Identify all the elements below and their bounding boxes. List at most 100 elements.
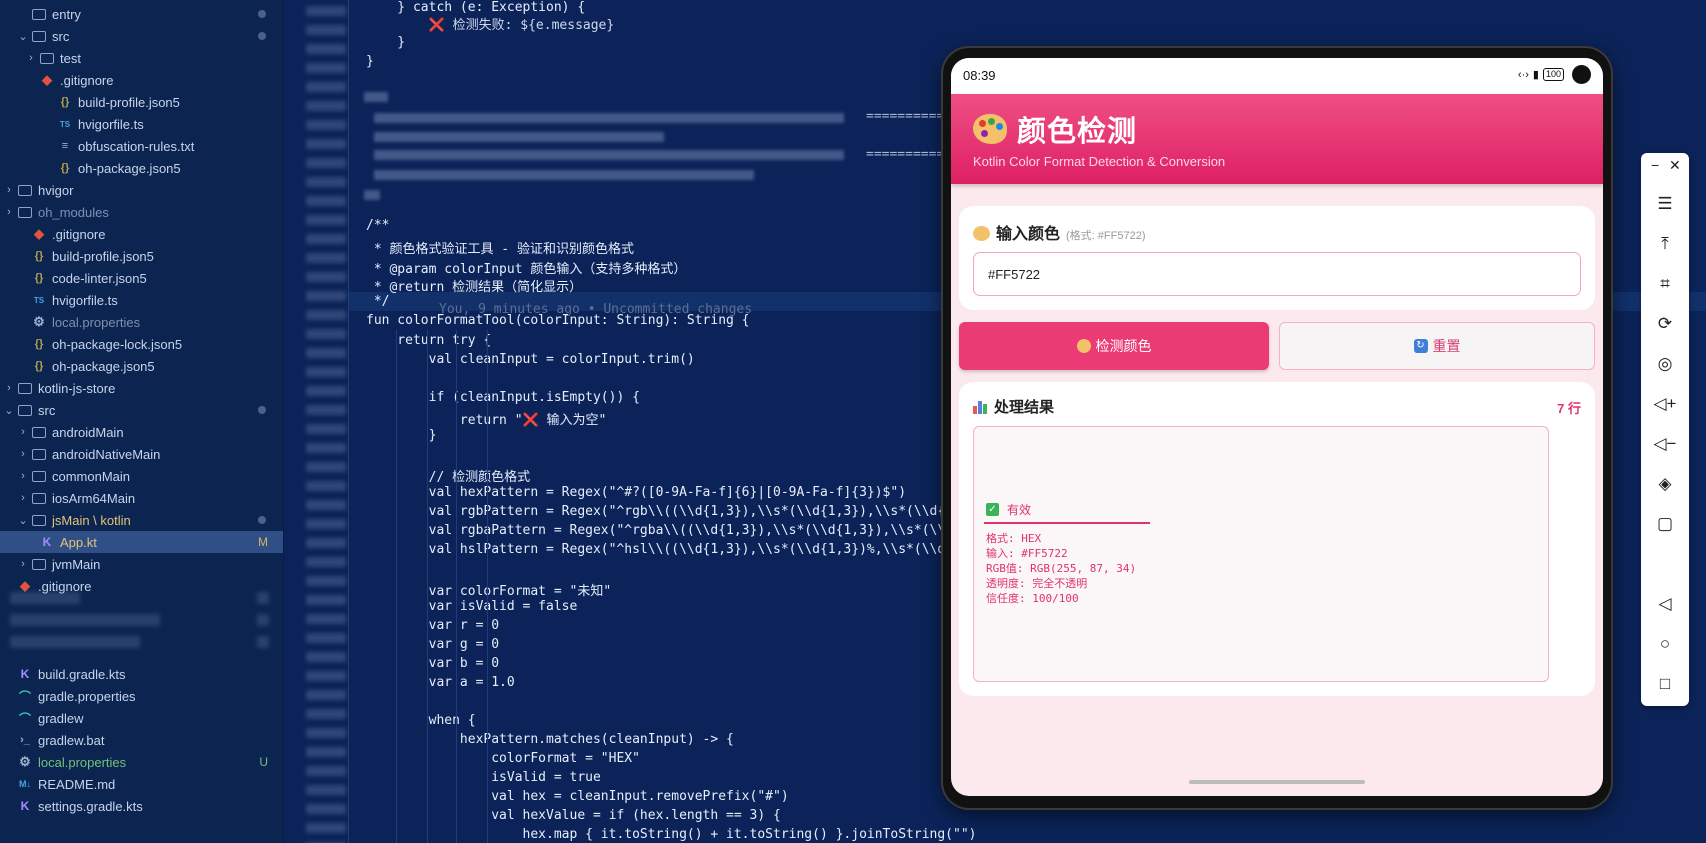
fold-icon[interactable]: ◈ <box>1641 469 1689 499</box>
explorer-item[interactable]: ⌄ src <box>0 399 283 421</box>
explorer-item[interactable]: {} build-profile.json5 <box>0 245 283 267</box>
line-number <box>306 595 346 605</box>
folder-icon <box>18 404 32 416</box>
blurred-code <box>374 150 844 160</box>
json-icon: {} <box>60 162 70 174</box>
explorer-item[interactable]: {} oh-package-lock.json5 <box>0 333 283 355</box>
chevron-right-icon: › <box>29 52 33 64</box>
explorer-item[interactable]: ⌒ gradle.properties <box>0 685 283 707</box>
folder-icon <box>32 470 46 482</box>
explorer-item[interactable]: › test <box>0 47 283 69</box>
line-number <box>306 424 346 434</box>
menu-icon[interactable]: ☰ <box>1641 189 1689 219</box>
explorer-item[interactable]: K App.kt M <box>0 531 283 553</box>
ts-icon: TS <box>59 119 71 129</box>
home-icon[interactable]: ○ <box>1641 629 1689 659</box>
result-lines: 格式: HEX 输入: #FF5722 RGB值: RGB(255, 87, 34)… <box>986 531 1136 606</box>
explorer-item[interactable]: › hvigor <box>0 179 283 201</box>
folder-icon <box>32 426 46 438</box>
explorer-item[interactable]: {} oh-package.json5 <box>0 157 283 179</box>
rotate-icon[interactable]: ⟳ <box>1641 309 1689 339</box>
code-line: hex.map { it.toString() + it.toString() … <box>366 827 977 842</box>
code-line: isValid = true <box>366 770 601 785</box>
detect-color-button[interactable]: 检测颜色 <box>959 322 1269 370</box>
line-number <box>306 671 346 681</box>
explorer-item-label: hvigor <box>38 182 74 198</box>
explorer-item-label: .gitignore <box>60 72 114 88</box>
gear-icon: ⚙ <box>19 754 31 769</box>
line-number <box>306 348 346 358</box>
result-line: 透明度: 完全不透明 <box>986 577 1088 590</box>
modified-dot-icon <box>258 32 266 40</box>
volume-down-icon[interactable]: ◁− <box>1641 429 1689 459</box>
location-icon[interactable]: ◎ <box>1641 349 1689 379</box>
code-line: when { <box>366 713 476 728</box>
explorer-item[interactable]: {} oh-package.json5 <box>0 355 283 377</box>
code-line: ❌ 检测失败: ${e.message} <box>366 18 615 33</box>
explorer-item[interactable]: ≡ obfuscation-rules.txt <box>0 135 283 157</box>
minimize-button[interactable]: − <box>1651 157 1659 173</box>
square-icon[interactable]: ▢ <box>1641 509 1689 539</box>
line-number <box>306 785 346 795</box>
explorer-item[interactable]: ◆ .gitignore <box>0 223 283 245</box>
line-number <box>306 6 346 16</box>
home-indicator[interactable] <box>1189 780 1365 784</box>
reset-label: 重置 <box>1432 338 1461 354</box>
camera-cutout-icon <box>1572 65 1591 84</box>
pin-top-icon[interactable]: ⤒ <box>1641 229 1689 259</box>
explorer-item[interactable]: ⚙ local.properties U <box>0 751 283 773</box>
line-number <box>306 234 346 244</box>
git-status-badge: U <box>259 755 268 769</box>
explorer-item[interactable]: › kotlin-js-store <box>0 377 283 399</box>
explorer-item[interactable]: › androidNativeMain <box>0 443 283 465</box>
explorer-item-label: test <box>60 50 81 66</box>
indent-guide <box>396 330 397 843</box>
line-number <box>306 690 346 700</box>
explorer-item[interactable]: {} build-profile.json5 <box>0 91 283 113</box>
explorer-item[interactable]: ›_ gradlew.bat <box>0 729 283 751</box>
explorer-item[interactable]: TS hvigorfile.ts <box>0 113 283 135</box>
md-icon: M↓ <box>19 779 31 789</box>
explorer-item[interactable]: › iosArm64Main <box>0 487 283 509</box>
close-button[interactable]: ✕ <box>1669 157 1681 174</box>
explorer-item[interactable]: M↓ README.md <box>0 773 283 795</box>
volume-up-icon[interactable]: ◁+ <box>1641 389 1689 419</box>
indent-guide <box>456 330 457 843</box>
explorer-item-label: gradlew.bat <box>38 732 105 748</box>
folder-icon <box>32 448 46 460</box>
crop-icon[interactable]: ⌗ <box>1641 269 1689 299</box>
code-line: */ <box>366 294 390 309</box>
result-output[interactable]: ✓ 有效 格式: HEX 输入: #FF5722 RGB值: RGB(255, 87… <box>973 426 1549 682</box>
modified-dot-icon <box>258 10 266 18</box>
explorer-item[interactable]: › commonMain <box>0 465 283 487</box>
explorer-item[interactable]: ⌒ gradlew <box>0 707 283 729</box>
explorer-item[interactable]: › oh_modules <box>0 201 283 223</box>
separator-text: ========== <box>866 147 945 162</box>
explorer-item[interactable]: {} code-linter.json5 <box>0 267 283 289</box>
explorer-item[interactable]: entry <box>0 3 283 25</box>
code-line: } <box>366 35 406 50</box>
line-number <box>306 557 346 567</box>
kt-icon: K <box>20 799 30 813</box>
code-line: * @param colorInput 颜色输入（支持多种格式） <box>366 262 687 277</box>
explorer-item-label: README.md <box>38 776 116 792</box>
explorer-item[interactable]: Kbuild.gradle.kts <box>0 663 283 685</box>
explorer-item[interactable]: ⌄ src <box>0 25 283 47</box>
explorer-item[interactable]: ⌄ jsMain \ kotlin <box>0 509 283 531</box>
explorer-item-label: jvmMain <box>52 556 101 572</box>
folder-icon <box>18 206 32 218</box>
recents-icon[interactable]: □ <box>1641 669 1689 699</box>
reset-button[interactable]: ↻ 重置 <box>1279 322 1595 370</box>
explorer-item[interactable]: TS hvigorfile.ts <box>0 289 283 311</box>
code-line: /** <box>366 218 390 233</box>
gear-icon: ⚙ <box>33 314 45 329</box>
explorer-item-label: App.kt <box>60 534 97 550</box>
explorer-item[interactable]: Ksettings.gradle.kts <box>0 795 283 817</box>
explorer-item[interactable]: ◆ .gitignore <box>0 69 283 91</box>
explorer-item[interactable]: › androidMain <box>0 421 283 443</box>
explorer-item[interactable]: ⚙ local.properties <box>0 311 283 333</box>
explorer-item-label: kotlin-js-store <box>38 380 116 396</box>
explorer-item[interactable]: › jvmMain <box>0 553 283 575</box>
back-icon[interactable]: ◁ <box>1641 589 1689 619</box>
color-input[interactable] <box>973 252 1581 296</box>
